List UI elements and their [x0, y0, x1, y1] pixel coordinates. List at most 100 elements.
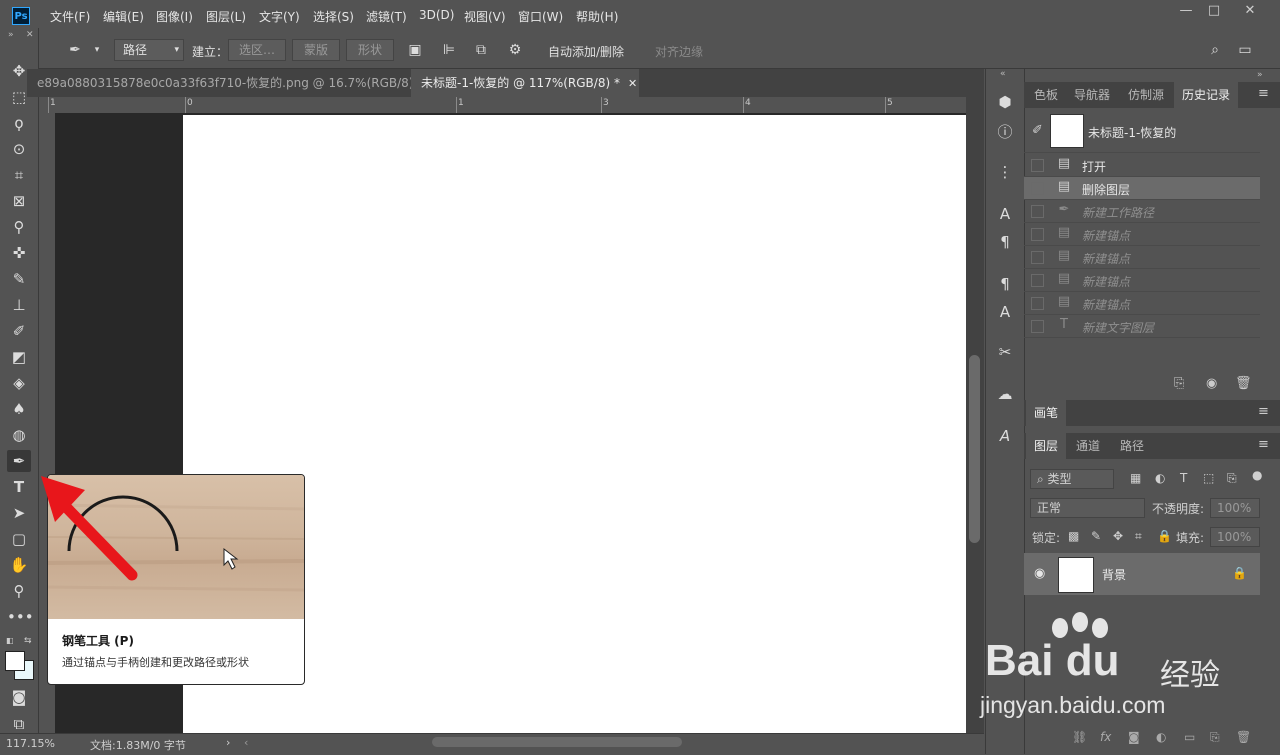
mode-select[interactable]: 路径 ▾ [114, 39, 184, 61]
panel-menu-icon[interactable]: ≡ [1258, 404, 1269, 419]
pen-icon[interactable]: ✒ [7, 450, 31, 472]
blur-icon[interactable]: ♠ [7, 398, 31, 420]
menu-edit[interactable]: 编辑(E) [103, 8, 144, 25]
menu-filter[interactable]: 滤镜(T) [366, 8, 407, 25]
foreground-color-swatch[interactable] [5, 651, 25, 671]
healing-icon[interactable]: ✜ [7, 242, 31, 264]
lock-position-icon[interactable]: ✥ [1113, 529, 1123, 543]
chevron-down-icon[interactable]: ▾ [88, 41, 106, 59]
restore-button[interactable]: □ [1200, 2, 1228, 20]
menu-file[interactable]: 文件(F) [50, 8, 90, 25]
fill-input[interactable]: 100% [1210, 527, 1260, 547]
close-button[interactable]: ✕ [1236, 2, 1264, 20]
search-icon[interactable]: ⌕ [1206, 41, 1224, 59]
brush-settings-icon[interactable]: ⋮ [994, 161, 1016, 183]
close-icon[interactable]: ✕ [628, 77, 637, 90]
glyphs-icon[interactable]: A [994, 425, 1016, 447]
filter-type-icon[interactable]: T [1180, 471, 1187, 485]
frame-icon[interactable]: ⊠ [7, 190, 31, 212]
eye-icon[interactable]: ◉ [1034, 566, 1045, 581]
layer-style-icon[interactable]: fx [1100, 730, 1111, 744]
path-select-icon[interactable]: ➤ [7, 502, 31, 524]
selection-button[interactable]: 选区… [228, 39, 286, 61]
filter-pixel-icon[interactable]: ▦ [1130, 471, 1141, 485]
filter-smart-icon[interactable]: ⎘ [1227, 471, 1237, 486]
tab-brush[interactable]: 画笔 [1026, 400, 1067, 426]
collapse-icon[interactable]: » [8, 30, 14, 40]
swap-colors-icon[interactable]: ⇆ [24, 636, 32, 646]
path-alignment-icon[interactable]: ⊫ [440, 41, 458, 59]
menu-type[interactable]: 文字(Y) [259, 8, 300, 25]
menu-window[interactable]: 窗口(W) [518, 8, 563, 25]
pen-preset-icon[interactable]: ✒ [66, 41, 84, 59]
history-brush-icon[interactable]: ✐ [1032, 123, 1043, 138]
collapse-icon[interactable]: « [1000, 69, 1006, 79]
menu-help[interactable]: 帮助(H) [576, 8, 618, 25]
zoom-icon[interactable]: ⚲ [7, 580, 31, 602]
filter-adjustment-icon[interactable]: ◐ [1155, 471, 1165, 485]
3d-icon[interactable]: ⬢ [994, 91, 1016, 113]
horizontal-scroll-thumb[interactable] [432, 737, 682, 747]
zoom-level[interactable]: 117.15% [6, 737, 55, 750]
screen-mode-icon[interactable]: ⧉ [7, 713, 31, 735]
lock-paint-icon[interactable]: ✎ [1091, 529, 1101, 543]
lasso-icon[interactable]: ϙ [7, 112, 31, 134]
close-icon[interactable]: ✕ [26, 30, 34, 40]
history-item[interactable]: ▤ 新建锚点 [1024, 292, 1260, 315]
history-item[interactable]: ▤ 新建锚点 [1024, 269, 1260, 292]
tab-layers[interactable]: 图层 [1026, 433, 1067, 459]
lock-artboard-icon[interactable]: ⌗ [1135, 529, 1142, 544]
history-item[interactable]: ✒ 新建工作路径 [1024, 200, 1260, 223]
default-colors-icon[interactable]: ◧ [6, 636, 14, 645]
tab-document-2[interactable]: 未标题-1-恢复的 @ 117%(RGB/8) * ✕ [411, 69, 639, 97]
new-document-icon[interactable]: ⎘ [1174, 376, 1184, 391]
gear-icon[interactable]: ⚙ [506, 41, 524, 59]
quick-select-icon[interactable]: ⊙ [7, 138, 31, 160]
quick-mask-icon[interactable]: ◙ [7, 686, 31, 708]
scroll-left-icon[interactable]: ‹ [244, 736, 248, 749]
character-icon[interactable]: A [994, 203, 1016, 225]
info-icon[interactable]: ⓘ [994, 121, 1016, 143]
hand-icon[interactable]: ✋ [7, 554, 31, 576]
trash-icon[interactable]: 🗑 [1236, 730, 1251, 744]
tab-document-1[interactable]: e89a0880315878e0c0a33f63f710-恢复的.png @ 1… [27, 69, 441, 97]
eyedropper-icon[interactable]: ⚲ [7, 216, 31, 238]
lock-pixels-icon[interactable]: ▩ [1068, 529, 1079, 543]
new-layer-icon[interactable]: ⎘ [1210, 730, 1220, 745]
menu-3d[interactable]: 3D(D) [419, 8, 454, 22]
opacity-input[interactable]: 100% [1210, 498, 1260, 518]
panel-menu-icon[interactable]: ≡ [1258, 86, 1269, 101]
chevron-right-icon[interactable]: › [226, 736, 230, 749]
menu-image[interactable]: 图像(I) [156, 8, 193, 25]
layer-mask-icon[interactable]: ◙ [1128, 730, 1140, 744]
mask-button[interactable]: 蒙版 [292, 39, 340, 61]
link-layers-icon[interactable]: ⛓ [1072, 730, 1087, 744]
shape-button[interactable]: 形状 [346, 39, 394, 61]
history-snapshot[interactable]: ✐ 未标题-1-恢复的 [1024, 110, 1260, 153]
blend-mode-select[interactable]: 正常 [1030, 498, 1145, 518]
menu-view[interactable]: 视图(V) [464, 8, 506, 25]
layer-row-background[interactable]: ◉ 背景 🔒 [1024, 553, 1260, 595]
paragraph-icon[interactable]: ¶ [994, 231, 1016, 253]
panel-menu-icon[interactable]: ≡ [1258, 437, 1269, 452]
tool-presets-icon[interactable]: ✂ [994, 341, 1016, 363]
history-item[interactable]: ▤ 打开 [1024, 154, 1260, 177]
brush-icon[interactable]: ✎ [7, 268, 31, 290]
lock-all-icon[interactable]: 🔒 [1157, 529, 1172, 543]
menu-layer[interactable]: 图层(L) [206, 8, 246, 25]
tab-history[interactable]: 历史记录 [1174, 82, 1239, 108]
character-styles-icon[interactable]: A [994, 301, 1016, 323]
history-item[interactable]: ▤ 新建锚点 [1024, 223, 1260, 246]
layer-filter-select[interactable]: ⌕ 类型 [1030, 469, 1114, 489]
path-arrangement-icon[interactable]: ⧉ [472, 41, 490, 59]
tab-swatches[interactable]: 色板 [1026, 82, 1066, 108]
filter-shape-icon[interactable]: ⬚ [1203, 471, 1214, 485]
tab-paths[interactable]: 路径 [1112, 433, 1152, 459]
bucket-icon[interactable]: ◈ [7, 372, 31, 394]
vertical-scroll-thumb[interactable] [969, 355, 980, 543]
adjustment-layer-icon[interactable]: ◐ [1156, 730, 1166, 744]
tab-channels[interactable]: 通道 [1068, 433, 1108, 459]
shape-icon[interactable]: ▢ [7, 528, 31, 550]
camera-icon[interactable]: ◉ [1206, 376, 1217, 391]
history-item[interactable]: T 新建文字图层 [1024, 315, 1260, 338]
